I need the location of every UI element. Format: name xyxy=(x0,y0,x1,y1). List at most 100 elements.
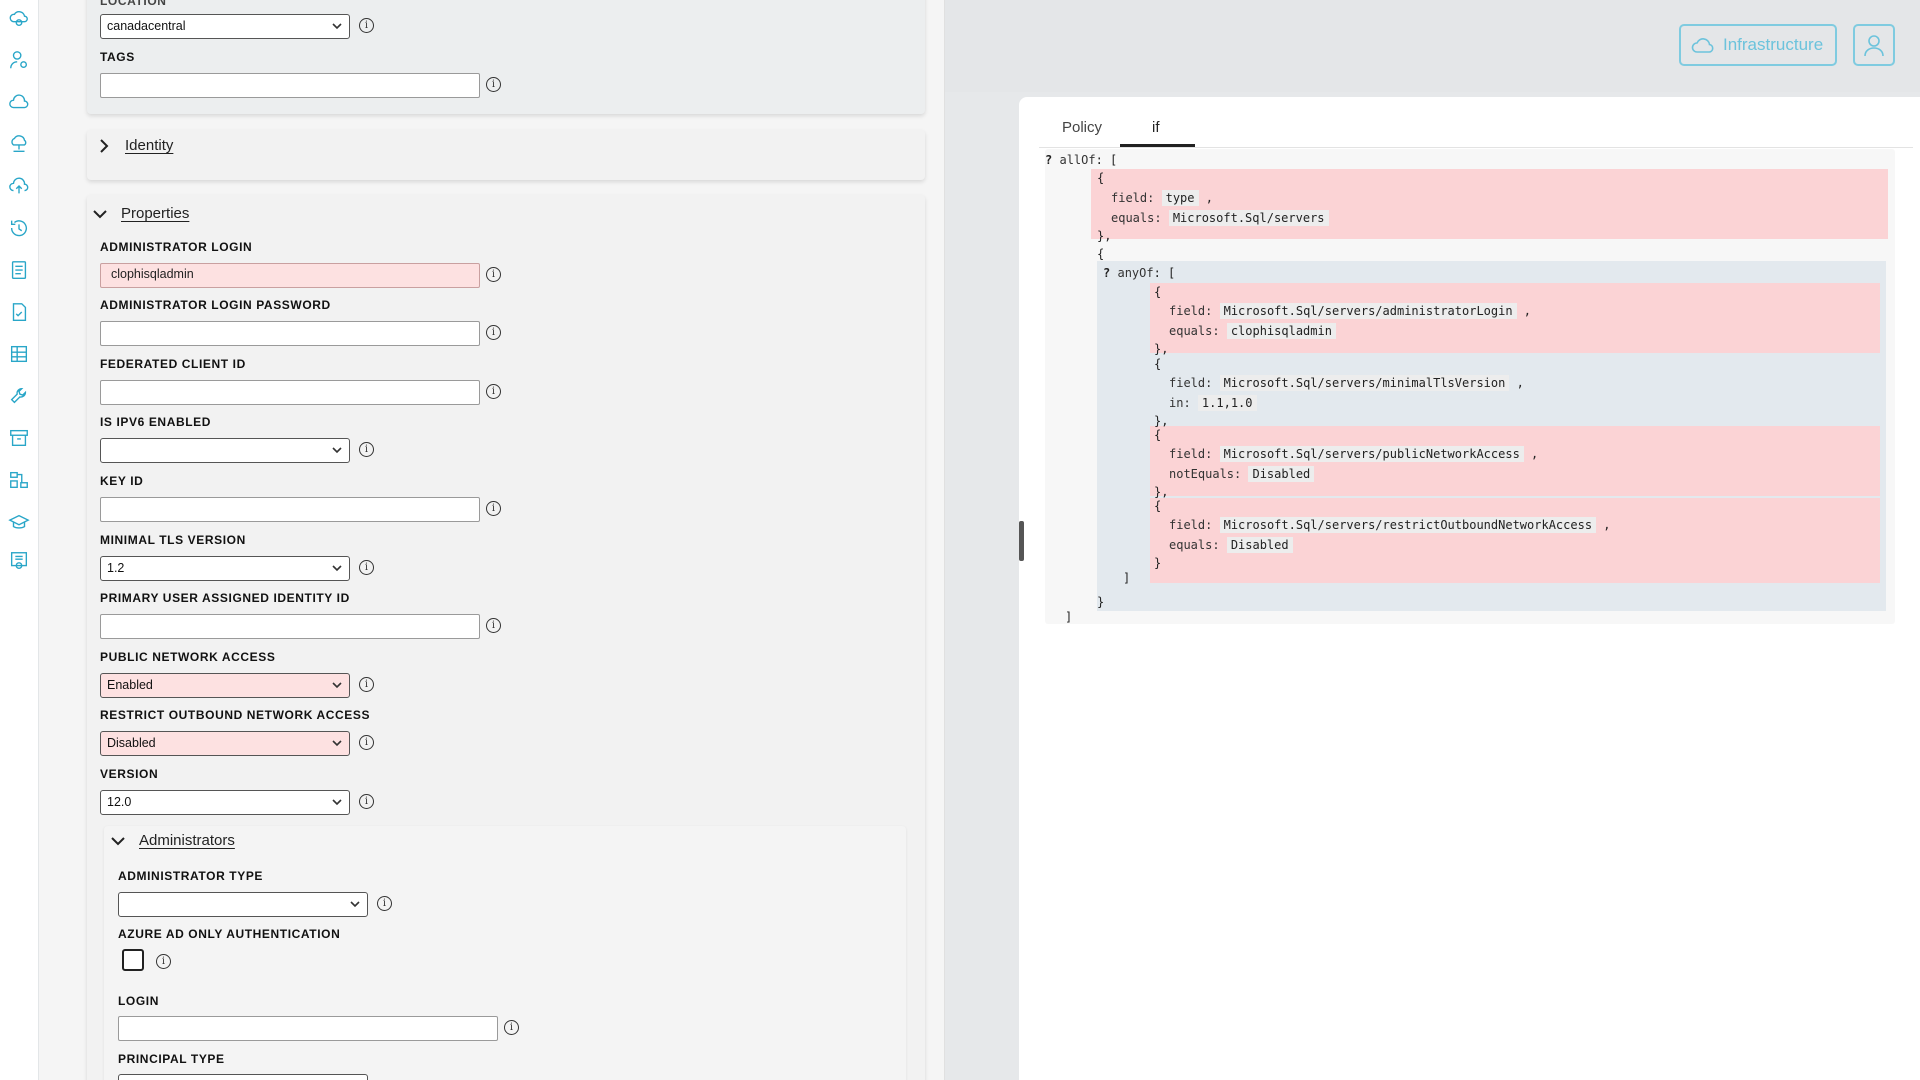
equals-key: equals: xyxy=(1169,324,1220,338)
public-access-select[interactable]: Enabled xyxy=(100,673,350,698)
admin-login-field: Microsoft.Sql/servers/administratorLogin xyxy=(1219,303,1517,319)
info-icon[interactable]: i xyxy=(486,618,501,633)
admin-password-label: ADMINISTRATOR LOGIN PASSWORD xyxy=(100,298,331,312)
panel-resize-handle[interactable] xyxy=(1019,521,1024,561)
info-icon[interactable]: i xyxy=(359,442,374,457)
workflow-icon[interactable] xyxy=(7,468,31,492)
document-list-icon[interactable] xyxy=(7,258,31,282)
key-id-label: KEY ID xyxy=(100,474,144,488)
key-id-input[interactable] xyxy=(100,497,480,522)
field-key: field: xyxy=(1169,376,1213,390)
version-select[interactable]: 12.0 xyxy=(100,790,350,815)
cloud-upload-icon[interactable] xyxy=(7,174,31,198)
administrators-section-toggle[interactable]: Administrators xyxy=(111,832,235,849)
tags-label: TAGS xyxy=(100,50,135,64)
info-icon[interactable]: i xyxy=(359,735,374,750)
admin-login-label: ADMINISTRATOR LOGIN xyxy=(100,240,253,254)
azure-ad-only-checkbox[interactable] xyxy=(122,949,144,971)
archive-icon[interactable] xyxy=(7,426,31,450)
restrict-outbound-select[interactable]: Disabled xyxy=(100,731,350,756)
chevron-down-icon xyxy=(332,444,342,454)
federated-client-label: FEDERATED CLIENT ID xyxy=(100,357,246,371)
admin-password-input[interactable] xyxy=(100,321,480,346)
info-icon[interactable]: i xyxy=(504,1020,519,1035)
field-key: field: xyxy=(1111,191,1155,205)
restrict-outbound-value: Disabled xyxy=(107,736,156,750)
tab-policy[interactable]: Policy xyxy=(1062,119,1102,136)
toggle-allof-icon[interactable]: ? xyxy=(1045,153,1052,167)
info-icon[interactable]: i xyxy=(486,501,501,516)
type-value: type xyxy=(1161,190,1199,206)
tls-in-value: 1.1,1.0 xyxy=(1197,395,1257,411)
user-settings-icon[interactable] xyxy=(7,48,31,72)
info-icon[interactable]: i xyxy=(486,384,501,399)
toggle-anyof-icon[interactable]: ? xyxy=(1103,266,1110,280)
document-check-icon[interactable] xyxy=(7,300,31,324)
info-icon[interactable]: i xyxy=(377,896,392,911)
equals-key: equals: xyxy=(1169,538,1220,552)
user-icon xyxy=(1864,35,1884,57)
info-icon[interactable]: i xyxy=(359,560,374,575)
chevron-down-icon xyxy=(332,796,342,806)
principal-type-label: PRINCIPAL TYPE xyxy=(118,1052,225,1066)
principal-type-select[interactable] xyxy=(118,1074,368,1080)
restrict-outbound-label: RESTRICT OUTBOUND NETWORK ACCESS xyxy=(100,708,371,722)
info-icon[interactable]: i xyxy=(486,77,501,92)
location-select[interactable]: canadacentral xyxy=(100,14,350,39)
admin-login-input[interactable]: clophisqladmin xyxy=(100,263,480,288)
administrators-card xyxy=(104,826,906,1080)
info-icon[interactable]: i xyxy=(486,325,501,340)
cloud-icon xyxy=(1691,38,1714,53)
history-icon[interactable] xyxy=(7,216,31,240)
info-icon[interactable]: i xyxy=(359,677,374,692)
properties-section-toggle[interactable]: Properties xyxy=(93,205,189,222)
primary-identity-label: PRIMARY USER ASSIGNED IDENTITY ID xyxy=(100,591,350,605)
certificate-icon[interactable] xyxy=(7,549,31,573)
info-icon[interactable]: i xyxy=(156,954,171,969)
resource-form-panel: LOCATION canadacentral i TAGS i Identity… xyxy=(39,0,945,1080)
table-icon[interactable] xyxy=(7,342,31,366)
tab-if[interactable]: if xyxy=(1152,119,1160,136)
identity-section-toggle[interactable]: Identity xyxy=(97,137,173,154)
user-profile-button[interactable] xyxy=(1853,24,1895,66)
ipv6-label: IS IPV6 ENABLED xyxy=(100,415,212,429)
infrastructure-label: Infrastructure xyxy=(1723,35,1824,54)
login-input[interactable] xyxy=(118,1016,498,1041)
sidebar-rail xyxy=(0,0,39,1080)
chevron-down-icon xyxy=(93,209,107,218)
restrict-equals-value: Disabled xyxy=(1226,537,1293,553)
version-value: 12.0 xyxy=(107,795,132,809)
restrict-field: Microsoft.Sql/servers/restrictOutboundNe… xyxy=(1219,517,1597,533)
identity-section-title: Identity xyxy=(125,137,174,154)
properties-section-title: Properties xyxy=(121,205,190,222)
infrastructure-button[interactable]: Infrastructure xyxy=(1679,24,1837,66)
admin-type-select[interactable] xyxy=(118,892,368,917)
cloud-icon[interactable] xyxy=(7,90,31,114)
identity-card xyxy=(87,130,925,180)
cloud-gear-icon[interactable] xyxy=(7,6,31,30)
info-icon[interactable]: i xyxy=(359,18,374,33)
graduation-cap-icon[interactable] xyxy=(7,510,31,534)
federated-client-input[interactable] xyxy=(100,380,480,405)
login-label: LOGIN xyxy=(118,994,159,1008)
info-icon[interactable]: i xyxy=(486,267,501,282)
chevron-right-icon xyxy=(100,138,109,153)
public-access-value: Enabled xyxy=(107,678,153,692)
admin-type-label: ADMINISTRATOR TYPE xyxy=(118,869,264,883)
chevron-down-icon xyxy=(332,737,342,747)
primary-identity-input[interactable] xyxy=(100,614,480,639)
field-key: field: xyxy=(1169,304,1213,318)
info-icon[interactable]: i xyxy=(359,794,374,809)
policy-code-view: ? allOf: [ { field: type , equals: Micro… xyxy=(1045,149,1895,624)
tls-select[interactable]: 1.2 xyxy=(100,556,350,581)
chevron-down-icon xyxy=(350,898,360,908)
wrench-icon[interactable] xyxy=(7,384,31,408)
cloud-network-icon[interactable] xyxy=(7,132,31,156)
public-notequals-value: Disabled xyxy=(1248,466,1315,482)
policy-panel: Policy if ? allOf: [ { field: type , equ… xyxy=(1019,97,1920,1080)
tags-input[interactable] xyxy=(100,73,480,98)
field-key: field: xyxy=(1169,447,1213,461)
location-value: canadacentral xyxy=(107,19,186,33)
ipv6-select[interactable] xyxy=(100,438,350,463)
location-label: LOCATION xyxy=(100,0,167,8)
